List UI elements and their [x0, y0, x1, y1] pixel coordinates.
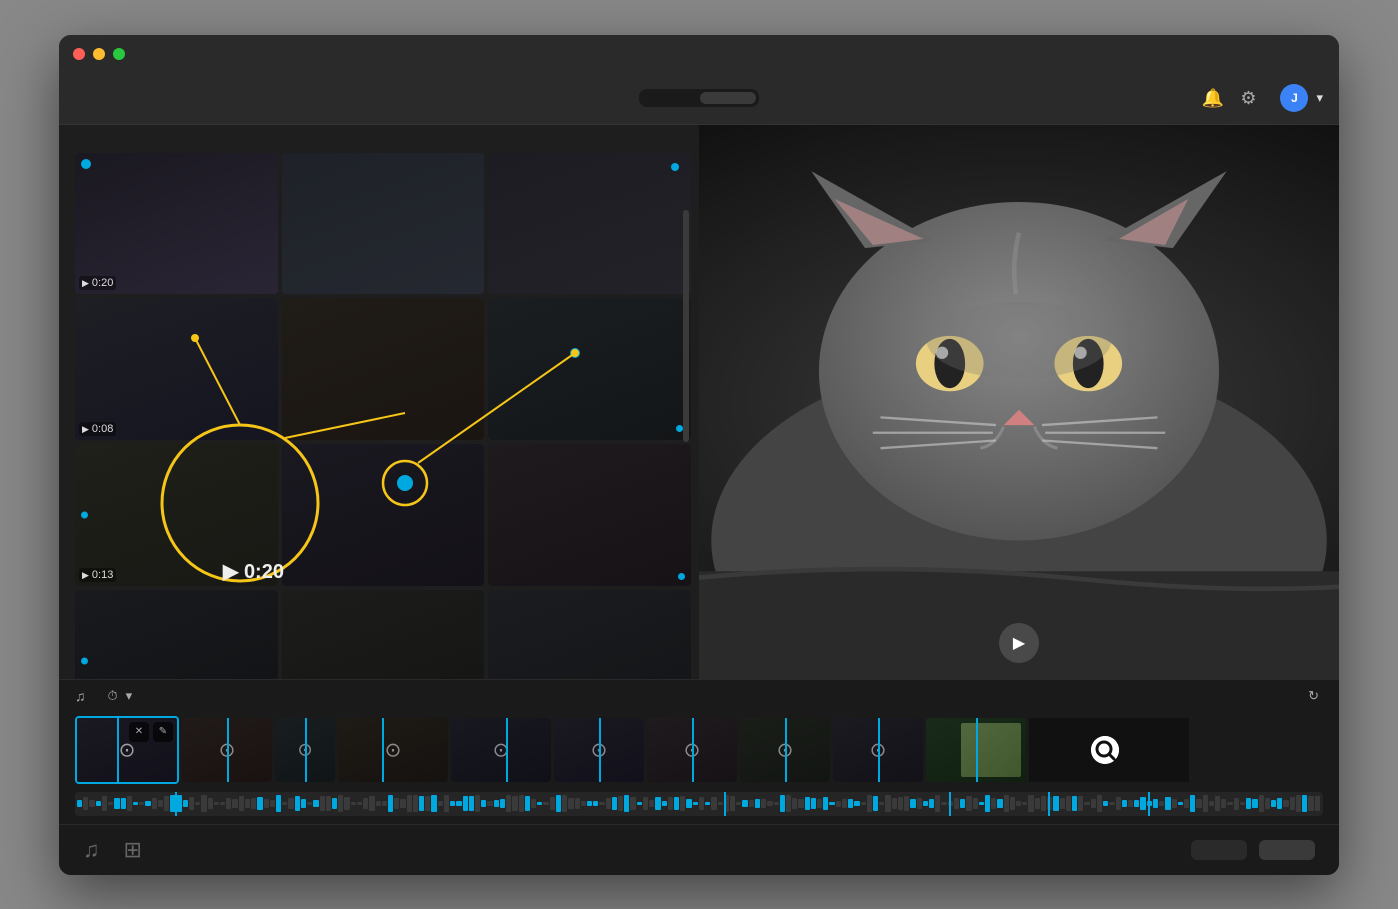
bottom-toolbar: ♫ ⊞ — [59, 824, 1339, 875]
tools-left: ♫ ⊞ — [83, 837, 142, 863]
music-note-icon: ♫ — [75, 688, 86, 704]
clip-item[interactable]: ⊙ — [451, 718, 551, 782]
maximize-button[interactable] — [113, 48, 125, 60]
clip-item[interactable]: ⊙ — [554, 718, 644, 782]
top-nav: 🔔 ⚙ J ▾ — [59, 73, 1339, 125]
app-window: 🔔 ⚙ J ▾ — [59, 35, 1339, 875]
tab-view[interactable] — [642, 92, 698, 104]
play-button[interactable]: ▶ — [999, 623, 1039, 663]
clips-tool-icon[interactable]: ⊞ — [124, 837, 142, 863]
media-grid: ▶ 0:20 — [75, 153, 691, 679]
avatar: J — [1280, 84, 1308, 112]
clip-item[interactable] — [926, 718, 1026, 782]
chevron-down-icon: ▾ — [1316, 90, 1323, 106]
waveform: // Generate waveform bars inline const w… — [75, 792, 1323, 816]
start-over-button[interactable] — [1191, 840, 1247, 860]
video-icon: ▶ — [82, 278, 89, 289]
music-tool-icon[interactable]: ♫ — [83, 837, 100, 863]
media-item[interactable]: ▶ 0:13 — [75, 444, 278, 586]
playhead-2 — [724, 792, 726, 816]
cat-illustration — [699, 125, 1339, 679]
playhead-5 — [1148, 792, 1150, 816]
clip-item[interactable]: ⊙ — [338, 718, 448, 782]
quik-q-icon — [1091, 736, 1119, 764]
media-panel: ▶ 0:20 — [59, 125, 699, 679]
media-item[interactable]: ▶ 0:11 — [75, 590, 278, 678]
ruler-track[interactable]: // Generate waveform bars inline const w… — [75, 792, 1323, 816]
clip-item[interactable]: ⊙ — [182, 718, 272, 782]
settings-icon[interactable]: ⚙ — [1240, 88, 1256, 109]
media-item[interactable]: ▶ 0:08 — [75, 298, 278, 440]
traffic-lights — [73, 48, 125, 60]
media-duration: ▶ 0:13 — [79, 568, 116, 582]
bell-icon[interactable]: 🔔 — [1202, 88, 1224, 109]
close-button[interactable] — [73, 48, 85, 60]
media-item[interactable] — [282, 153, 485, 295]
media-duration: ▶ 0:20 — [79, 276, 116, 290]
playhead — [175, 792, 177, 816]
user-section[interactable]: J ▾ — [1272, 84, 1323, 112]
playhead-3 — [949, 792, 951, 816]
media-select-indicator — [81, 159, 91, 169]
clip-item[interactable]: ⊙ — [275, 718, 335, 782]
video-preview: ▶ — [699, 125, 1339, 679]
quik-logo — [1091, 736, 1127, 764]
media-item[interactable] — [282, 590, 485, 678]
media-item[interactable] — [488, 298, 691, 440]
nav-right-section: 🔔 ⚙ J ▾ — [1202, 84, 1323, 112]
music-info: ♫ — [75, 688, 92, 704]
playhead-4 — [1048, 792, 1050, 816]
clock-icon: ⏱ — [108, 688, 118, 704]
bottom-section: ♫ ⏱ ▾ ↻ ⊙ ✕ ✎ — [59, 679, 1339, 875]
preview-panel: ▶ — [699, 125, 1339, 679]
clip-edit-button[interactable]: ✎ — [153, 722, 173, 742]
timeline-clips: ⊙ ✕ ✎ ⊙ ⊙ ⊙ — [59, 712, 1339, 788]
tab-create[interactable] — [700, 92, 756, 104]
nav-tab-group — [639, 89, 759, 107]
chevron-down-icon: ▾ — [126, 688, 133, 704]
main-content: ▶ 0:20 — [59, 125, 1339, 679]
media-item[interactable] — [488, 153, 691, 295]
media-item[interactable] — [488, 590, 691, 678]
clear-button[interactable]: ↻ — [1308, 688, 1323, 704]
clip-delete-button[interactable]: ✕ — [129, 722, 149, 742]
save-button[interactable] — [1259, 840, 1315, 860]
minimize-button[interactable] — [93, 48, 105, 60]
timeline-ruler: // Generate waveform bars inline const w… — [59, 788, 1339, 824]
titlebar — [59, 35, 1339, 73]
quik-logo-clip — [1029, 718, 1189, 782]
media-scrollbar[interactable] — [683, 210, 689, 442]
media-item[interactable] — [282, 444, 485, 586]
refresh-icon: ↻ — [1308, 688, 1319, 704]
timeline-header: ♫ ⏱ ▾ ↻ — [59, 679, 1339, 712]
clip-item[interactable]: ⊙ — [647, 718, 737, 782]
cat-video-thumbnail — [699, 125, 1339, 679]
clip-item[interactable]: ⊙ ✕ ✎ — [75, 716, 179, 784]
media-item[interactable]: ▶ 0:20 — [75, 153, 278, 295]
media-item[interactable] — [488, 444, 691, 586]
clip-item[interactable]: ⊙ — [833, 718, 923, 782]
duration-selector[interactable]: ⏱ ▾ — [108, 688, 133, 704]
media-item[interactable] — [282, 298, 485, 440]
media-duration: ▶ 0:08 — [79, 422, 116, 436]
tools-right — [1191, 840, 1315, 860]
clip-item[interactable]: ⊙ — [740, 718, 830, 782]
